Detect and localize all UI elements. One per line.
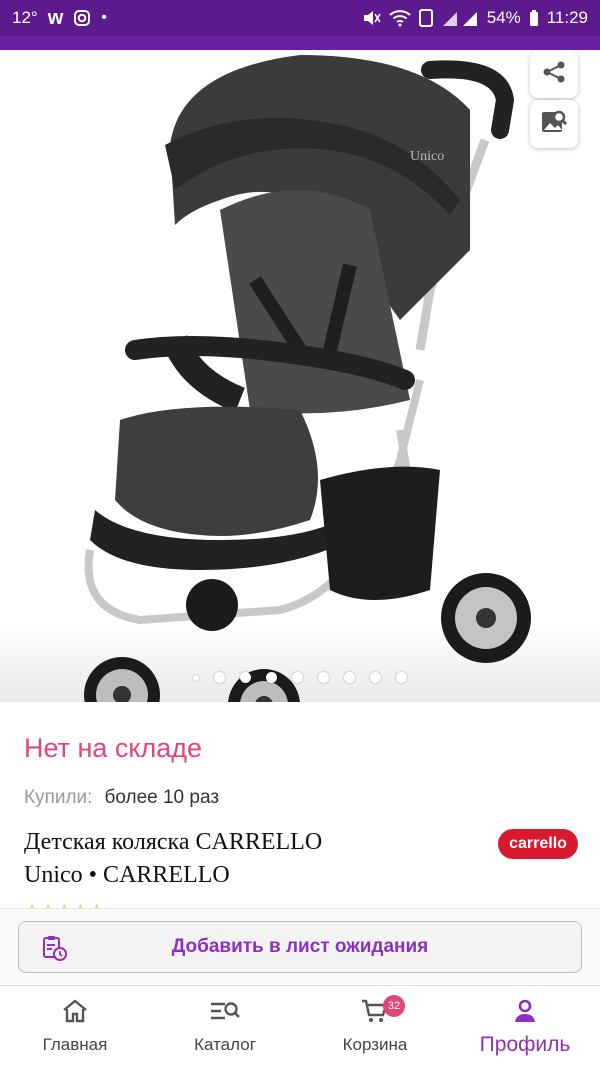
pagination-dot[interactable] [396, 672, 407, 683]
nav-label-catalog: Каталог [194, 1035, 256, 1054]
nav-item-profile[interactable]: Профиль [450, 986, 600, 1065]
app-w-icon: w [47, 6, 64, 29]
clock-time: 11:29 [546, 8, 588, 27]
nav-item-cart[interactable]: 32 Корзина [300, 986, 450, 1065]
share-button[interactable] [530, 50, 578, 98]
gallery-pagination[interactable] [0, 672, 600, 683]
image-search-icon [540, 108, 568, 141]
product-image: Unico [84, 55, 531, 702]
product-title-line2: Unico • CARRELLO [24, 862, 230, 888]
battery-icon [529, 9, 539, 27]
pagination-dot[interactable] [193, 674, 199, 681]
purchase-count-label: Купили: [24, 787, 93, 808]
nav-label-home: Главная [42, 1035, 108, 1054]
mute-icon [361, 9, 381, 27]
catalog-search-icon [209, 998, 241, 1029]
app-bar [0, 36, 600, 50]
temperature-text: 12° [12, 8, 38, 27]
battery-percent: 54% [486, 8, 521, 27]
profile-icon [511, 998, 539, 1029]
signal-icon [441, 9, 479, 27]
brand-logo-text: carrello [509, 835, 567, 852]
waitlist-clipboard-clock-icon [41, 935, 67, 966]
stock-status: Нет на складе [24, 733, 203, 763]
nav-label-profile: Профиль [479, 1033, 571, 1056]
cart-count-badge: 32 [383, 995, 405, 1017]
bottom-navigation: Главная Каталог 32 Корзина Профиль [0, 985, 600, 1065]
product-logo-text: Unico [410, 149, 444, 164]
brand-logo[interactable]: carrello [498, 829, 578, 859]
rear-wheel [441, 573, 531, 663]
purchase-count: Купили: более 10 раз [24, 787, 219, 809]
image-search-button[interactable] [530, 100, 578, 148]
pagination-dot[interactable] [344, 672, 355, 683]
add-to-waitlist-button[interactable]: Добавить в лист ожидания [18, 921, 582, 973]
pagination-dot[interactable] [240, 672, 251, 683]
pagination-dot[interactable] [266, 672, 277, 683]
add-to-waitlist-label: Добавить в лист ожидания [171, 936, 429, 957]
more-dots-icon: • [101, 9, 107, 26]
share-icon [541, 59, 567, 90]
nav-label-cart: Корзина [342, 1035, 408, 1054]
product-title: Детская коляска CARRELLO Unico • CARRELL… [24, 826, 464, 892]
pagination-dot[interactable] [214, 672, 225, 683]
nav-item-catalog[interactable]: Каталог [150, 986, 300, 1065]
nav-item-home[interactable]: Главная [0, 986, 150, 1065]
pagination-dot[interactable] [370, 672, 381, 683]
sim-icon [418, 9, 433, 27]
product-title-line1: Детская коляска CARRELLO [24, 829, 323, 855]
status-bar: 12° w • 54% 11:29 [0, 0, 600, 36]
wifi-icon [389, 9, 411, 27]
instagram-icon [73, 9, 91, 27]
pagination-dot[interactable] [292, 672, 303, 683]
home-icon [61, 998, 89, 1029]
product-image-gallery[interactable]: Unico [0, 50, 600, 702]
purchase-count-value: более 10 раз [104, 787, 220, 808]
pagination-dot[interactable] [318, 672, 329, 683]
